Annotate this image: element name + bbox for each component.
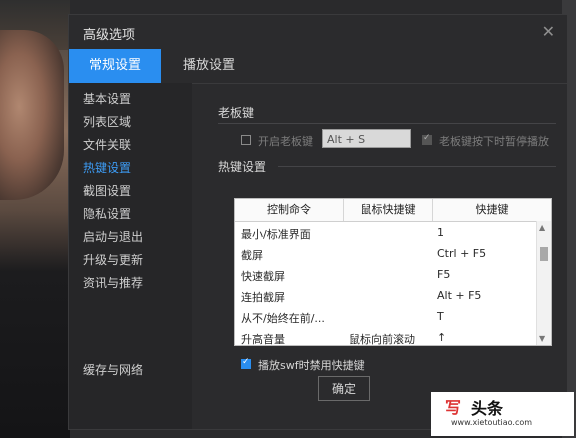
row-command: 从不/始终在前/... <box>241 312 325 325</box>
boss-key-section-title: 老板键 <box>218 106 255 120</box>
table-row[interactable]: 截屏 Ctrl + F5 <box>235 244 535 265</box>
watermark-glyph: 写 <box>445 398 462 417</box>
sidebar-item-screenshot[interactable]: 截图设置 <box>83 182 131 199</box>
tab-general-settings[interactable]: 常规设置 <box>69 49 161 83</box>
row-key: 1 <box>437 226 444 239</box>
disable-hotkeys-swf-checkbox[interactable] <box>241 357 251 369</box>
sidebar-item-hotkeys[interactable]: 热键设置 <box>83 159 131 176</box>
hotkeys-divider <box>278 166 556 167</box>
table-row[interactable]: 连拍截屏 Alt + F5 <box>235 286 535 307</box>
hotkeys-scrollbar[interactable]: ▲ ▼ <box>536 221 551 345</box>
pause-on-boss-key-label: 老板键按下时暂停播放 <box>439 135 549 148</box>
column-header-command[interactable]: 控制命令 <box>235 199 344 221</box>
pause-on-boss-key-checkbox[interactable] <box>422 133 432 145</box>
sidebar-item-list-area[interactable]: 列表区域 <box>83 113 131 130</box>
dialog-titlebar: 高级选项 ✕ <box>69 15 567 49</box>
row-command: 连拍截屏 <box>241 291 285 304</box>
row-command: 快速截屏 <box>241 270 285 283</box>
row-mouse: 鼠标向前滚动 <box>349 333 415 346</box>
enable-boss-key-label: 开启老板键 <box>258 135 313 148</box>
close-icon[interactable]: ✕ <box>542 22 555 41</box>
sidebar-item-update[interactable]: 升级与更新 <box>83 251 143 268</box>
row-command: 升高音量 <box>241 333 285 346</box>
sidebar-item-cache-network[interactable]: 缓存与网络 <box>83 361 143 378</box>
dialog-title: 高级选项 <box>83 28 136 43</box>
table-row[interactable]: 快速截屏 F5 <box>235 265 535 286</box>
sidebar-item-basic[interactable]: 基本设置 <box>83 90 131 107</box>
settings-sidebar: 基本设置 列表区域 文件关联 热键设置 截图设置 隐私设置 启动与退出 升级与更… <box>69 83 192 429</box>
row-key: Ctrl + F5 <box>437 247 487 260</box>
watermark-brand: 头条 <box>471 399 504 418</box>
boss-key-input[interactable]: Alt + S <box>322 129 411 148</box>
tab-playback-settings[interactable]: 播放设置 <box>169 49 249 83</box>
row-key: Alt + F5 <box>437 289 482 302</box>
sidebar-item-file-association[interactable]: 文件关联 <box>83 136 131 153</box>
watermark-url: www.xietoutiao.com <box>451 418 533 427</box>
sidebar-item-news[interactable]: 资讯与推荐 <box>83 274 143 291</box>
column-header-key[interactable]: 快捷键 <box>433 199 551 221</box>
table-row[interactable]: 从不/始终在前/... T <box>235 307 535 328</box>
disable-hotkeys-swf-label: 播放swf时禁用快捷键 <box>258 359 365 372</box>
watermark-logo: 写 头条 www.xietoutiao.com <box>431 392 574 436</box>
scroll-up-icon[interactable]: ▲ <box>539 223 545 232</box>
table-row[interactable]: 最小/标准界面 1 <box>235 223 535 244</box>
hotkeys-section-title: 热键设置 <box>218 160 267 174</box>
tab-bar: 常规设置 播放设置 <box>69 49 567 84</box>
scroll-down-icon[interactable]: ▼ <box>539 334 545 343</box>
ok-button[interactable]: 确定 <box>318 376 370 401</box>
row-command: 最小/标准界面 <box>241 228 311 241</box>
row-key: F5 <box>437 268 451 281</box>
background-face <box>0 30 64 200</box>
hotkeys-table-header: 控制命令 鼠标快捷键 快捷键 <box>235 199 551 222</box>
hotkeys-table: 控制命令 鼠标快捷键 快捷键 最小/标准界面 1 截屏 Ctrl + F5 快速… <box>234 198 552 346</box>
column-header-mouse[interactable]: 鼠标快捷键 <box>344 199 433 221</box>
row-key: ↑ <box>437 331 447 344</box>
sidebar-item-privacy[interactable]: 隐私设置 <box>83 205 131 222</box>
background-video-frame <box>0 0 70 438</box>
table-row[interactable]: 升高音量 鼠标向前滚动 ↑ <box>235 328 535 346</box>
scrollbar-thumb[interactable] <box>540 247 548 261</box>
boss-key-divider <box>218 123 556 124</box>
row-key: T <box>437 310 444 323</box>
sidebar-item-startup-exit[interactable]: 启动与退出 <box>83 228 143 245</box>
enable-boss-key-checkbox[interactable] <box>241 135 251 145</box>
settings-content: 老板键 开启老板键 Alt + S 老板键按下时暂停播放 热键设置 控制命令 鼠… <box>192 83 568 429</box>
row-command: 截屏 <box>241 249 263 262</box>
advanced-options-dialog: 高级选项 ✕ 常规设置 播放设置 基本设置 列表区域 文件关联 热键设置 截图设… <box>68 14 568 430</box>
